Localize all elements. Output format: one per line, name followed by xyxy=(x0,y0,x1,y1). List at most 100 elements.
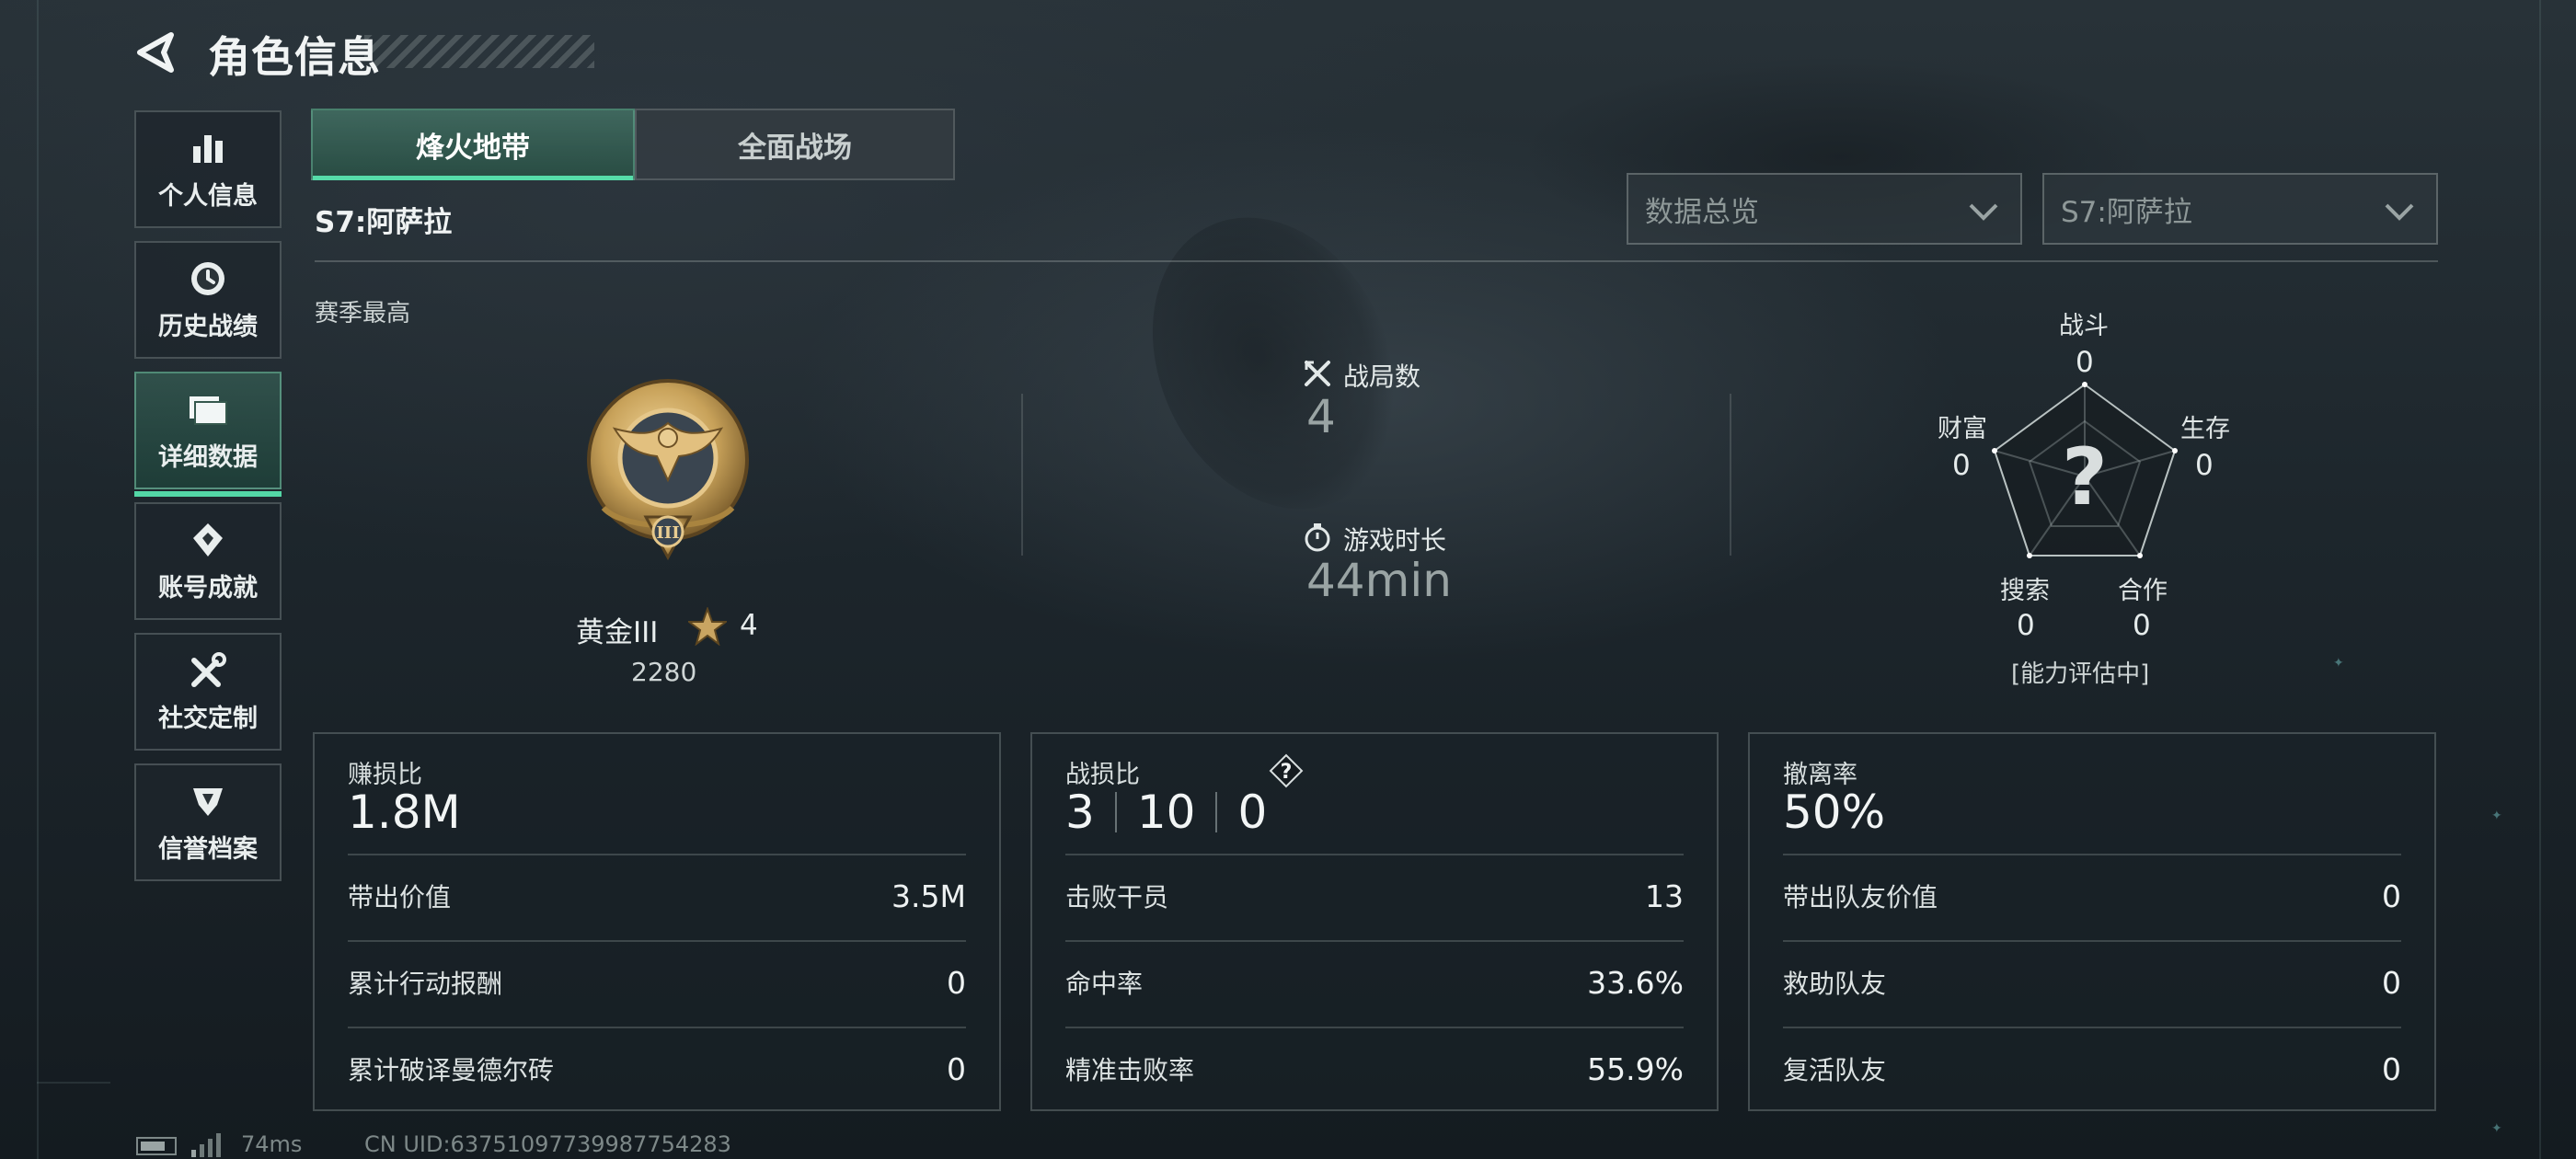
season-select-dropdown[interactable]: S7:阿萨拉 xyxy=(2042,173,2438,245)
panel-row: 救助队友 0 xyxy=(1783,955,2401,1010)
playtime-label: 游戏时长 xyxy=(1343,525,1447,556)
star-icon xyxy=(688,607,727,646)
medal-numeral: III xyxy=(656,523,679,543)
rank-name: 黄金III xyxy=(576,616,659,649)
ping-readout: 74ms xyxy=(241,1131,303,1157)
kd-values: 3 10 0 xyxy=(1065,786,1267,839)
view-select-value: 数据总览 xyxy=(1645,195,1759,229)
panel-divider xyxy=(1065,1027,1684,1028)
row-value: 33.6% xyxy=(1587,964,1684,1001)
row-value: 0 xyxy=(2382,1050,2401,1087)
panel-divider xyxy=(348,1027,966,1028)
kd-assists: 0 xyxy=(1237,786,1268,839)
folder-icon xyxy=(188,389,228,430)
radar-value-teamwork: 0 xyxy=(2133,609,2151,642)
help-mark: ? xyxy=(1281,761,1293,784)
sidebar-item-personal-info[interactable]: 个人信息 xyxy=(134,110,282,228)
sidebar-item-detailed-data[interactable]: 详细数据 xyxy=(134,372,282,497)
rank-star-count: 4 xyxy=(740,609,758,642)
crossed-swords-icon xyxy=(1305,361,1330,386)
profit-main-value: 1.8M xyxy=(348,786,461,839)
page-title: 角色信息 xyxy=(208,32,381,82)
radar-label-search: 搜索 xyxy=(2000,577,2050,605)
row-value: 55.9% xyxy=(1587,1050,1684,1087)
radar-center-mark: ? xyxy=(2062,431,2108,523)
row-label: 累计破译曼德尔砖 xyxy=(348,1055,555,1085)
row-label: 累计行动报酬 xyxy=(348,969,503,999)
kd-separator xyxy=(1215,792,1218,832)
panel-divider xyxy=(1065,940,1684,942)
row-value: 0 xyxy=(947,964,966,1001)
row-value: 0 xyxy=(2382,964,2401,1001)
sidebar-item-label: 详细数据 xyxy=(158,442,258,472)
rank-medal-icon: III xyxy=(587,379,749,561)
radar-value-search: 0 xyxy=(2017,609,2035,642)
user-uid: CN UID:637510977399877542​83 xyxy=(364,1131,731,1157)
sidebar-item-history[interactable]: 历史战绩 xyxy=(134,241,282,359)
sidebar-item-label: 个人信息 xyxy=(158,181,258,211)
view-select-dropdown[interactable]: 数据总览 xyxy=(1627,173,2022,245)
sidebar-item-social[interactable]: 社交定制 xyxy=(134,633,282,751)
frame-line-left xyxy=(37,0,39,1159)
frame-corner xyxy=(37,1082,110,1084)
battery-icon xyxy=(136,1137,177,1155)
extraction-main-value: 50% xyxy=(1783,786,1886,839)
back-arrow-icon[interactable] xyxy=(134,31,177,74)
panel-row: 累计行动报酬 0 xyxy=(348,955,966,1010)
sidebar-item-label: 账号成就 xyxy=(158,573,258,602)
sidebar-item-achievements[interactable]: 账号成就 xyxy=(134,502,282,620)
radar-value-combat: 0 xyxy=(2076,346,2094,379)
chevron-down-icon xyxy=(1969,203,1998,221)
rank-score: 2280 xyxy=(631,657,697,687)
section-divider xyxy=(1730,394,1731,556)
row-label: 击败干员 xyxy=(1065,882,1169,912)
radar-value-survival: 0 xyxy=(2195,449,2214,482)
row-label: 命中率 xyxy=(1065,969,1144,999)
panel-divider xyxy=(1065,854,1684,855)
tab-full-battlefield[interactable]: 全面战场 xyxy=(635,109,955,180)
chevron-down-icon xyxy=(2385,203,2414,221)
kd-separator xyxy=(1114,792,1117,832)
sparkle-decoration: ✦ xyxy=(2491,809,2502,823)
panel-row: 精准击败率 55.9% xyxy=(1065,1041,1684,1096)
row-label: 带出队友价值 xyxy=(1783,882,1938,912)
ability-radar-chart: ? xyxy=(1992,382,2178,558)
tab-firezone[interactable]: 烽火地带 xyxy=(311,109,635,180)
radar-label-teamwork: 合作 xyxy=(2118,577,2168,605)
row-label: 复活队友 xyxy=(1783,1055,1887,1085)
panel-divider xyxy=(1783,940,2401,942)
row-value: 0 xyxy=(2382,878,2401,914)
panel-divider xyxy=(1783,854,2401,855)
row-value: 0 xyxy=(947,1050,966,1087)
sidebar-item-reputation[interactable]: 信誉档案 xyxy=(134,763,282,881)
panel-divider xyxy=(348,854,966,855)
season-select-value: S7:阿萨拉 xyxy=(2061,195,2192,229)
radar-label-wealth: 财富 xyxy=(1938,415,1987,443)
help-icon[interactable]: ? xyxy=(1268,752,1305,789)
achievement-icon xyxy=(188,520,228,560)
profit-panel: 赚损比 1.8M 带出价值 3.5M 累计行动报酬 0 累计破译曼德尔砖 0 xyxy=(313,732,1001,1111)
row-value: 3.5M xyxy=(891,878,966,914)
season-best-label: 赛季最高 xyxy=(315,300,411,327)
sidebar-item-label: 信誉档案 xyxy=(158,834,258,864)
panel-row: 复活队友 0 xyxy=(1783,1041,2401,1096)
stopwatch-icon xyxy=(1305,523,1330,552)
panel-row: 带出队友价值 0 xyxy=(1783,868,2401,924)
shield-icon xyxy=(188,781,228,821)
panel-row: 击败干员 13 xyxy=(1065,868,1684,924)
sparkle-decoration: ✦ xyxy=(2333,656,2344,671)
row-label: 精准击败率 xyxy=(1065,1055,1195,1085)
bar-chart-icon xyxy=(188,128,228,168)
sparkle-decoration: ✦ xyxy=(2491,1121,2502,1136)
tools-icon xyxy=(188,650,228,691)
matches-label: 战局数 xyxy=(1343,361,1421,392)
panel-row: 命中率 33.6% xyxy=(1065,955,1684,1010)
kd-deaths: 10 xyxy=(1136,786,1196,839)
ability-status: [能力评估中] xyxy=(2011,660,2150,688)
section-divider xyxy=(1021,394,1023,556)
frame-line-right xyxy=(2539,0,2541,1159)
season-name: S7:阿萨拉 xyxy=(315,206,453,239)
matches-value: 4 xyxy=(1306,390,1336,443)
radar-label-survival: 生存 xyxy=(2180,415,2230,443)
panel-divider xyxy=(348,940,966,942)
